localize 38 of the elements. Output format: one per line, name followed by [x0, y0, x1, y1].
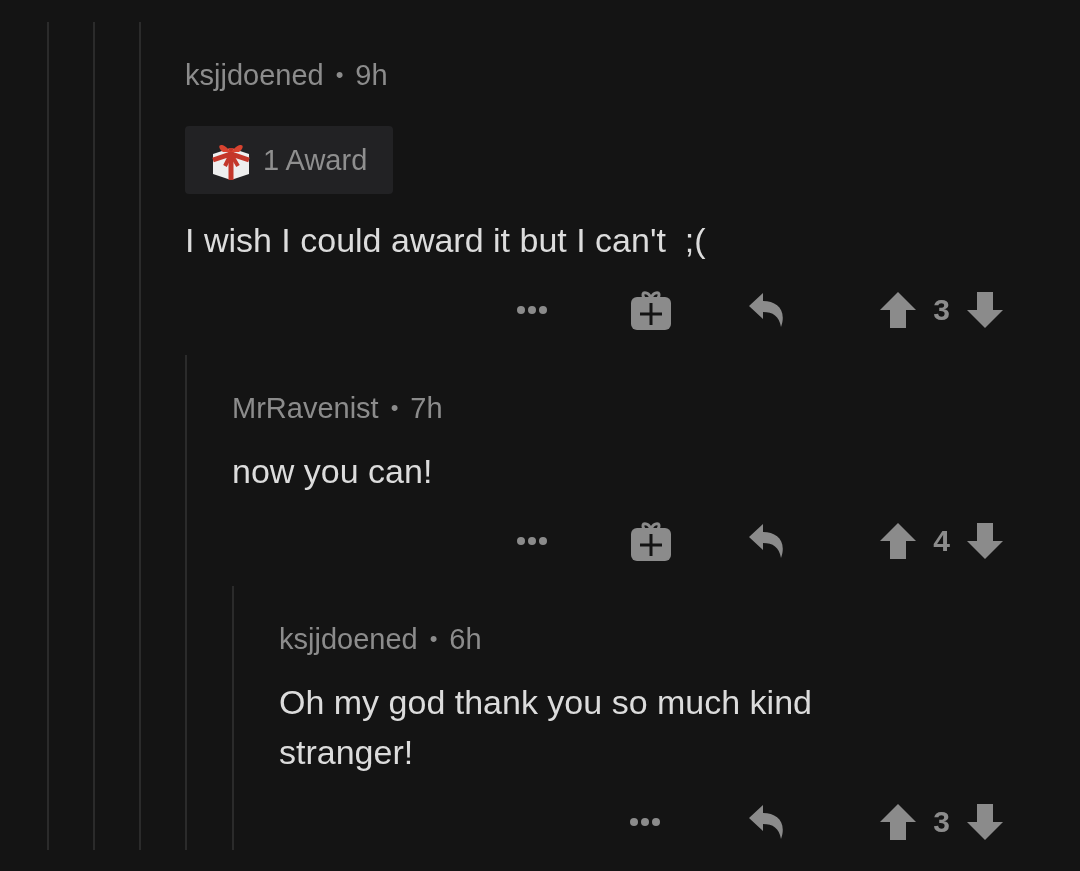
comment-text: Oh my god thank you so much kind stranger!	[279, 682, 813, 773]
more-button[interactable]	[516, 536, 549, 546]
gift-icon	[630, 289, 673, 331]
up-arrow-icon	[879, 291, 918, 329]
comment-text: now you can!	[232, 451, 434, 492]
downvote-button[interactable]	[966, 522, 1004, 560]
up-arrow-icon	[879, 522, 918, 560]
username[interactable]: ksjjdoened	[185, 58, 324, 92]
more-button[interactable]	[629, 817, 662, 827]
separator-dot: •	[335, 62, 344, 88]
upvote-button[interactable]	[879, 291, 918, 329]
comment-age: 6h	[449, 622, 482, 656]
upvote-button[interactable]	[879, 522, 918, 560]
more-icon	[516, 536, 549, 546]
comment-age: 9h	[355, 58, 388, 92]
username[interactable]: MrRavenist	[232, 391, 379, 425]
award-badge[interactable]: 1 Award	[185, 126, 394, 194]
more-icon	[516, 305, 549, 315]
vote-score: 4	[933, 524, 950, 558]
down-arrow-icon	[966, 522, 1004, 560]
down-arrow-icon	[966, 803, 1004, 841]
gift-icon	[630, 520, 673, 562]
more-button[interactable]	[516, 305, 549, 315]
more-icon	[629, 817, 662, 827]
username[interactable]: ksjjdoened	[279, 622, 418, 656]
up-arrow-icon	[879, 803, 918, 841]
vote-score: 3	[933, 293, 950, 327]
gift-button[interactable]	[630, 289, 673, 331]
vote-score: 3	[933, 805, 950, 839]
comment-age: 7h	[410, 391, 443, 425]
downvote-button[interactable]	[966, 291, 1004, 329]
downvote-button[interactable]	[966, 803, 1004, 841]
comment-text: I wish I could award it but I can't ;(	[185, 220, 707, 261]
gift-button[interactable]	[630, 520, 673, 562]
upvote-button[interactable]	[879, 803, 918, 841]
down-arrow-icon	[966, 291, 1004, 329]
separator-dot: •	[390, 395, 399, 421]
separator-dot: •	[429, 626, 438, 652]
